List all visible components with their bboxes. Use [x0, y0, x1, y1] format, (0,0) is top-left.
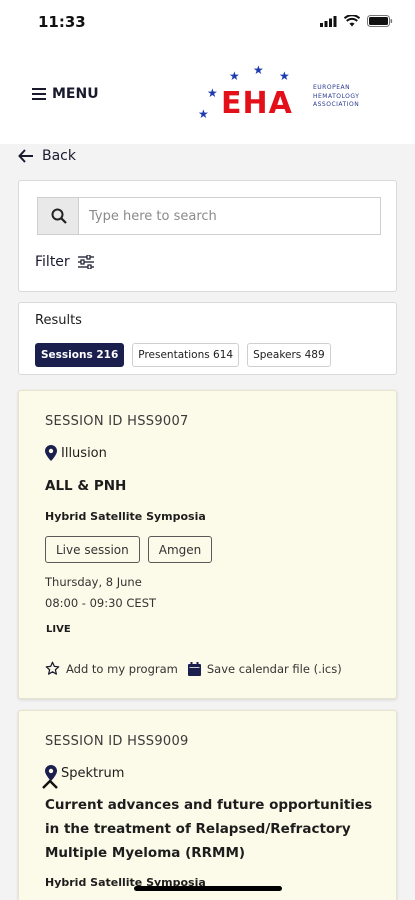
star-icon: ★: [207, 86, 218, 100]
location-label: Spektrum: [61, 765, 125, 781]
arrow-left-icon: [18, 149, 33, 163]
location-label: Illusion: [61, 445, 107, 461]
hamburger-icon: [32, 88, 46, 100]
results-card: Results Sessions 216 Presentations 614 S…: [18, 302, 397, 375]
add-to-program-label: Add to my program: [66, 661, 178, 676]
session-tags: Live session Amgen: [45, 536, 213, 563]
star-icon: ★: [198, 107, 209, 121]
star-icon: ★: [253, 63, 264, 77]
wifi-icon: [344, 15, 360, 27]
status-time: 11:33: [38, 13, 86, 31]
tab-speakers[interactable]: Speakers 489: [247, 343, 331, 367]
session-id: SESSION ID HSS9007: [45, 414, 189, 429]
scroll-to-top-button[interactable]: [36, 770, 64, 798]
logo-subtitle: EUROPEAN HEMATOLOGY ASSOCIATION: [313, 84, 360, 108]
menu-button[interactable]: MENU: [32, 86, 99, 102]
map-pin-icon: [45, 445, 57, 461]
back-button[interactable]: Back: [18, 148, 76, 164]
eha-logo[interactable]: ★ ★ ★ ★ ★ EHA EUROPEAN HEMATOLOGY ASSOCI…: [195, 60, 375, 122]
session-time: 08:00 - 09:30 CEST: [45, 596, 157, 610]
search-card: Filter: [18, 180, 397, 292]
add-to-program-button[interactable]: Add to my program: [45, 661, 178, 676]
tag-sponsor: Amgen: [147, 536, 213, 563]
sliders-icon: [77, 255, 94, 269]
session-title: Current advances and future opportunitie…: [45, 797, 373, 861]
chevron-up-icon: [42, 779, 58, 789]
tab-sessions[interactable]: Sessions 216: [35, 343, 125, 367]
filter-label: Filter: [35, 254, 70, 270]
signal-icon: [320, 15, 337, 27]
session-actions: Add to my program Save calendar file (.i…: [45, 661, 342, 676]
star-icon: ★: [279, 69, 290, 83]
app-header: MENU ★ ★ ★ ★ ★ EHA EUROPEAN HEMATOLOGY A…: [0, 48, 415, 144]
session-datetime: Thursday, 8 June 08:00 - 09:30 CEST: [45, 572, 156, 614]
tag-live-session: Live session: [45, 536, 140, 563]
save-calendar-label: Save calendar file (.ics): [206, 661, 342, 676]
results-label: Results: [35, 313, 82, 328]
session-title: ALL & PNH: [45, 478, 127, 494]
session-card[interactable]: SESSION ID HSS9009 Spektrum Current adva…: [18, 710, 397, 900]
back-label: Back: [42, 148, 76, 164]
save-calendar-button[interactable]: Save calendar file (.ics): [187, 661, 342, 676]
status-icons: [320, 15, 393, 27]
session-type: Hybrid Satellite Symposia: [45, 510, 206, 523]
tab-presentations[interactable]: Presentations 614: [132, 343, 240, 367]
results-tabs: Sessions 216 Presentations 614 Speakers …: [35, 343, 331, 367]
search-icon: [51, 208, 67, 224]
status-bar: 11:33: [0, 0, 415, 48]
battery-icon: [367, 15, 393, 27]
live-badge: LIVE: [46, 624, 71, 635]
session-location: Illusion: [45, 445, 107, 461]
logo-wordmark: EHA: [221, 86, 293, 121]
menu-label: MENU: [52, 86, 99, 102]
calendar-icon: [187, 661, 201, 676]
session-date: Thursday, 8 June: [45, 575, 142, 589]
session-id: SESSION ID HSS9009: [45, 734, 189, 749]
search-input[interactable]: [78, 197, 381, 235]
star-outline-icon: [45, 661, 60, 675]
filter-button[interactable]: Filter: [35, 254, 94, 270]
search-button[interactable]: [37, 197, 79, 235]
home-indicator: [134, 886, 282, 891]
session-card[interactable]: SESSION ID HSS9007 Illusion ALL & PNH Hy…: [18, 390, 397, 699]
star-icon: ★: [229, 69, 240, 83]
